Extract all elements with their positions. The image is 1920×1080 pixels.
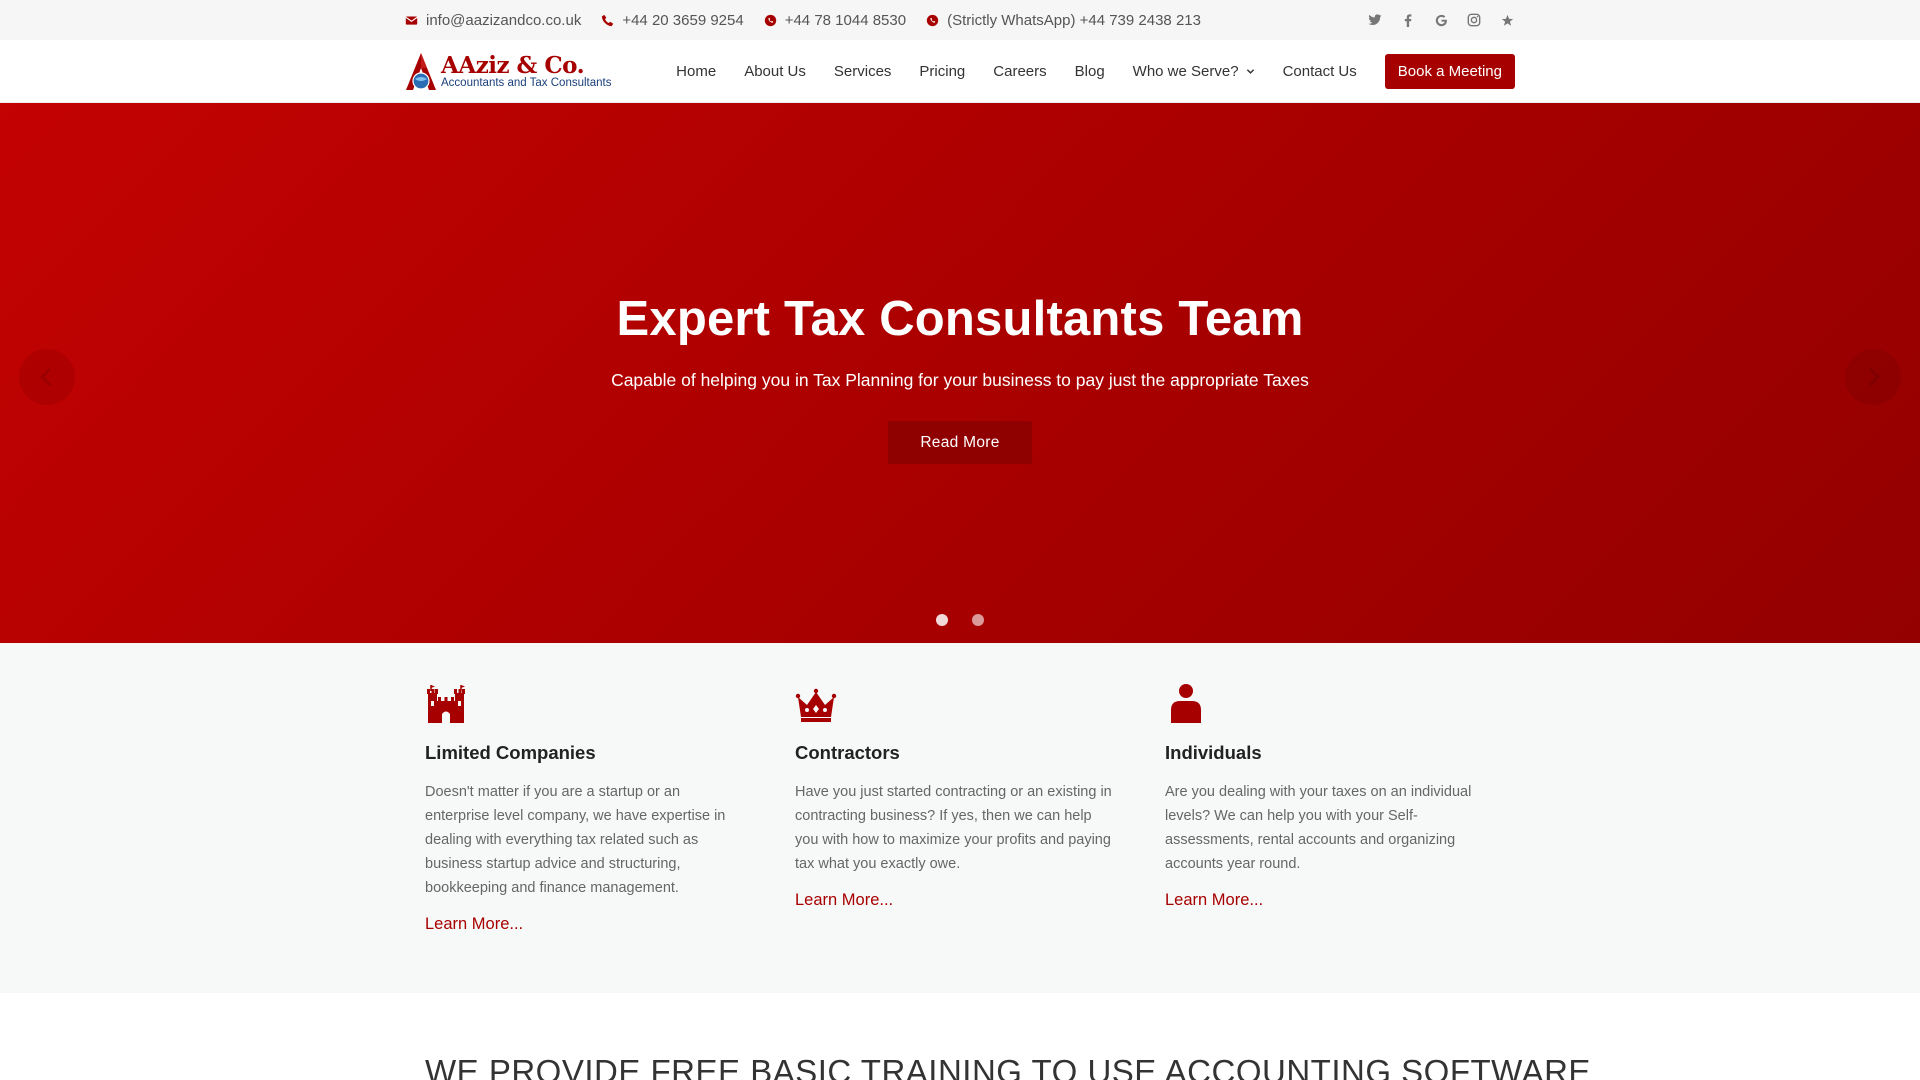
whatsapp-text: (Strictly WhatsApp) +44 739 2438 213 — [947, 11, 1201, 29]
logo-mark-icon — [406, 52, 436, 90]
features-section: Limited Companies Doesn't matter if you … — [0, 643, 1920, 993]
phone-text: +44 20 3659 9254 — [622, 11, 744, 29]
nav-who-we-serve-label: Who we Serve? — [1132, 63, 1239, 80]
nav-services[interactable]: Services — [834, 63, 892, 80]
feature-text: Have you just started contracting or an … — [795, 784, 1112, 872]
twitter-icon[interactable] — [1367, 12, 1383, 28]
learn-more-link[interactable]: Learn More... — [795, 891, 1115, 910]
facebook-icon[interactable] — [1400, 12, 1416, 28]
envelope-icon — [405, 15, 418, 25]
crown-icon — [795, 688, 837, 722]
slider-dot-1[interactable] — [936, 614, 948, 626]
feature-limited-companies: Limited Companies Doesn't matter if you … — [425, 683, 745, 934]
nav-about-us[interactable]: About Us — [744, 63, 806, 80]
nav-pricing[interactable]: Pricing — [919, 63, 965, 80]
nav-who-we-serve[interactable]: Who we Serve? — [1133, 63, 1255, 80]
social-links — [1350, 12, 1515, 28]
book-meeting-button[interactable]: Book a Meeting — [1384, 54, 1515, 89]
phone-icon — [602, 14, 614, 26]
whatsapp-icon — [764, 14, 776, 26]
slider-dots — [0, 614, 1920, 626]
feature-title: Contractors — [795, 742, 900, 763]
contact-whatsapp[interactable]: (Strictly WhatsApp) +44 739 2438 213 — [926, 12, 1201, 29]
top-bar: info@aazizandco.co.uk +44 20 3659 9254 +… — [0, 0, 1920, 40]
nav-contact-us[interactable]: Contact Us — [1283, 63, 1357, 80]
feature-title: Limited Companies — [425, 742, 596, 763]
nav-home[interactable]: Home — [676, 63, 716, 80]
hero-subtitle: Capable of helping you in Tax Planning f… — [611, 370, 1309, 390]
feature-contractors: Contractors Have you just started contra… — [795, 683, 1115, 910]
mobile-text: +44 78 1044 8530 — [784, 11, 907, 29]
main-nav: Home About Us Services Pricing Careers B… — [648, 54, 1515, 89]
hero-slider: Expert Tax Consultants Team Capable of h… — [0, 103, 1920, 643]
chevron-down-icon — [1246, 69, 1254, 74]
contact-email[interactable]: info@aazizandco.co.uk — [405, 12, 581, 29]
whatsapp-icon — [926, 14, 939, 26]
logo-tagline: Accountants and Tax Consultants — [441, 76, 612, 89]
logo-name: AAziz & Co. — [441, 51, 585, 79]
email-text: info@aazizandco.co.uk — [426, 11, 582, 29]
nav-careers[interactable]: Careers — [993, 63, 1046, 80]
learn-more-link[interactable]: Learn More... — [1165, 891, 1485, 910]
google-icon[interactable] — [1433, 12, 1449, 28]
contact-list: info@aazizandco.co.uk +44 20 3659 9254 +… — [405, 12, 1221, 29]
read-more-button[interactable]: Read More — [888, 421, 1032, 464]
learn-more-link[interactable]: Learn More... — [425, 915, 745, 934]
logo[interactable]: AAziz & Co. Accountants and Tax Consulta… — [405, 52, 611, 92]
instagram-icon[interactable] — [1466, 12, 1482, 28]
feature-text: Are you dealing with your taxes on an in… — [1165, 784, 1472, 872]
training-heading: WE PROVIDE FREE BASIC TRAINING TO USE AC… — [425, 1053, 1591, 1080]
castle-icon — [427, 685, 465, 723]
training-section: WE PROVIDE FREE BASIC TRAINING TO USE AC… — [0, 993, 1920, 1080]
nav-blog[interactable]: Blog — [1075, 63, 1105, 80]
feature-individuals: Individuals Are you dealing with your ta… — [1165, 683, 1485, 910]
contact-phone[interactable]: +44 20 3659 9254 — [601, 11, 744, 29]
contact-mobile[interactable]: +44 78 1044 8530 — [764, 12, 906, 29]
star-icon[interactable] — [1499, 12, 1515, 28]
feature-title: Individuals — [1165, 742, 1262, 763]
slider-dot-2[interactable] — [972, 614, 984, 626]
feature-text: Doesn't matter if you are a startup or a… — [425, 784, 726, 896]
main-header: AAziz & Co. Accountants and Tax Consulta… — [0, 40, 1920, 103]
hero-title: Expert Tax Consultants Team — [616, 292, 1304, 346]
user-icon — [1171, 684, 1201, 723]
